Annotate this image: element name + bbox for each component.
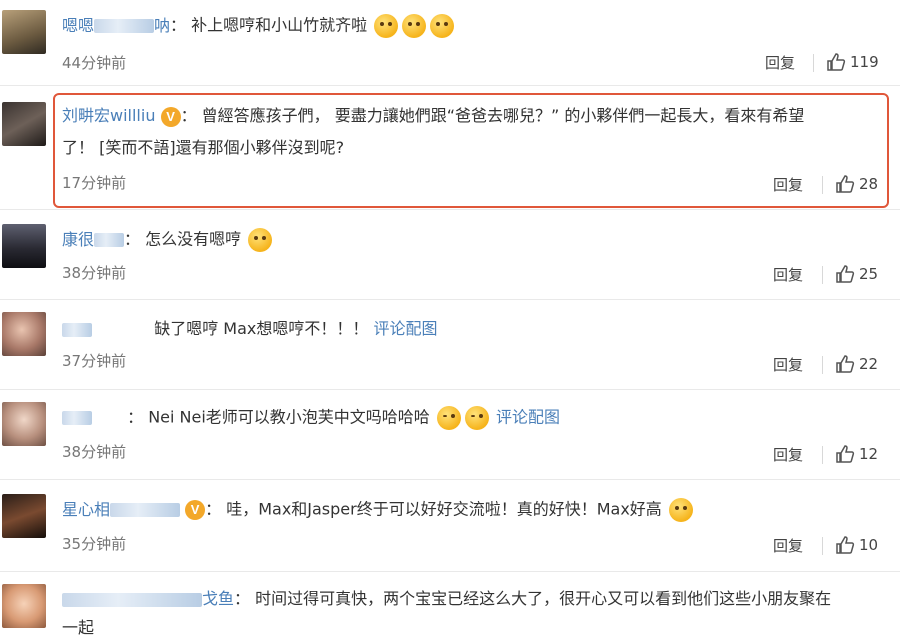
like-button[interactable]: 28 <box>835 174 878 194</box>
username[interactable]: 星心相 <box>62 500 181 519</box>
avatar[interactable] <box>2 10 46 54</box>
timestamp: 37分钟前 <box>62 352 127 370</box>
divider <box>822 356 823 374</box>
username[interactable]: 戈鱼 <box>62 589 234 608</box>
username[interactable] <box>62 319 92 338</box>
surprised-emoji-icon <box>402 14 427 38</box>
reply-button[interactable]: 回复 <box>773 444 803 465</box>
thumbs-up-icon <box>836 355 855 373</box>
avatar[interactable] <box>2 402 46 446</box>
avatar[interactable] <box>2 494 46 538</box>
avatar[interactable] <box>2 102 46 146</box>
avatar[interactable] <box>2 584 46 628</box>
like-button[interactable]: 25 <box>835 264 878 284</box>
divider <box>813 54 814 72</box>
reply-button[interactable]: 回复 <box>773 354 803 375</box>
comment-text: 怎么没有嗯哼 <box>145 229 242 249</box>
comment-4: 缺了嗯哼 Max想嗯哼不！！！ 评论配图 37分钟前 回复 22 <box>0 300 900 390</box>
comment-text: 时间过得可真快，两个宝宝已经这么大了，很开心又可以看到他们这些小朋友聚在 <box>255 589 832 608</box>
comment-3: 康很： 怎么没有嗯哼 38分钟前 回复 25 <box>0 210 900 300</box>
username[interactable]: 刘畊宏willliu <box>62 106 155 125</box>
surprised-emoji-icon <box>248 228 273 252</box>
comment-text: 哇，Max和Jasper终于可以好好交流啦！真的好快！Max好高 <box>226 499 662 519</box>
comment-text: 缺了嗯哼 Max想嗯哼不！！！ <box>154 319 369 338</box>
avatar[interactable] <box>2 224 46 268</box>
divider <box>822 266 823 284</box>
reply-button[interactable]: 回复 <box>765 52 795 73</box>
username[interactable]: 康很 <box>62 230 125 249</box>
thumbs-up-icon <box>836 536 855 554</box>
comment-text-continued: 一起 <box>62 618 95 637</box>
like-button[interactable]: 12 <box>835 444 878 464</box>
verified-badge-icon: V <box>185 500 206 520</box>
timestamp: 38分钟前 <box>62 264 127 282</box>
comment-text: Nei Nei老师可以教小泡芙中文吗哈哈哈 <box>148 407 430 427</box>
thumbs-up-icon <box>836 445 855 463</box>
thumbs-up-icon <box>827 53 846 71</box>
like-button[interactable]: 22 <box>835 354 878 374</box>
comment-5: ： Nei Nei老师可以教小泡芙中文吗哈哈哈 评论配图 38分钟前 回复 12 <box>0 390 900 480</box>
username[interactable] <box>62 408 92 427</box>
timestamp: 38分钟前 <box>62 443 127 461</box>
comment-text-continued: 了！ [笑而不語]還有那個小夥伴沒到呢? <box>62 138 345 157</box>
reply-button[interactable]: 回复 <box>773 174 803 195</box>
reply-button[interactable]: 回复 <box>773 264 803 285</box>
timestamp: 44分钟前 <box>62 54 127 72</box>
like-count: 10 <box>859 536 879 554</box>
avatar[interactable] <box>2 312 46 356</box>
verified-badge-icon: V <box>160 106 181 127</box>
username[interactable]: 嗯嗯呐 <box>62 16 170 35</box>
comment-text: 补上嗯哼和小山竹就齐啦 <box>191 15 368 35</box>
comment-image-link[interactable]: 评论配图 <box>496 408 560 427</box>
like-count: 22 <box>859 355 879 373</box>
comment-6: 星心相 V： 哇，Max和Jasper终于可以好好交流啦！真的好快！Max好高 … <box>0 480 900 572</box>
reply-button[interactable]: 回复 <box>773 535 803 556</box>
like-count: 28 <box>859 175 879 193</box>
comment-image-link[interactable]: 评论配图 <box>373 319 437 338</box>
divider <box>822 446 823 464</box>
comment-7: 戈鱼： 时间过得可真快，两个宝宝已经这么大了，很开心又可以看到他们这些小朋友聚在… <box>0 572 900 637</box>
like-button[interactable]: 10 <box>835 535 878 555</box>
thumbs-up-icon <box>836 175 855 193</box>
timestamp: 35分钟前 <box>62 535 127 553</box>
like-count: 25 <box>859 265 879 283</box>
like-count: 12 <box>859 445 879 463</box>
like-count: 119 <box>850 53 879 71</box>
comment-1: 嗯嗯 呐： 补上嗯哼和小山竹就齐啦 44分钟前 回复 119 <box>0 0 900 86</box>
like-button[interactable]: 119 <box>826 52 879 72</box>
comment-2: 刘畊宏willliu V： 曾經答應孩子們， 要盡力讓她們跟“爸爸去哪兒？” 的… <box>0 86 900 210</box>
timestamp: 17分钟前 <box>62 174 127 192</box>
surprised-emoji-icon <box>430 14 455 38</box>
divider <box>822 176 823 194</box>
thumbs-up-icon <box>836 265 855 283</box>
comment-text: 曾經答應孩子們， 要盡力讓她們跟“爸爸去哪兒？” 的小夥伴們一起長大，看來有希望 <box>201 106 805 125</box>
crying-emoji-icon <box>668 498 693 522</box>
laughing-emoji-icon <box>464 406 489 430</box>
divider <box>822 537 823 555</box>
laughing-emoji-icon <box>436 406 461 430</box>
surprised-emoji-icon <box>374 14 399 38</box>
